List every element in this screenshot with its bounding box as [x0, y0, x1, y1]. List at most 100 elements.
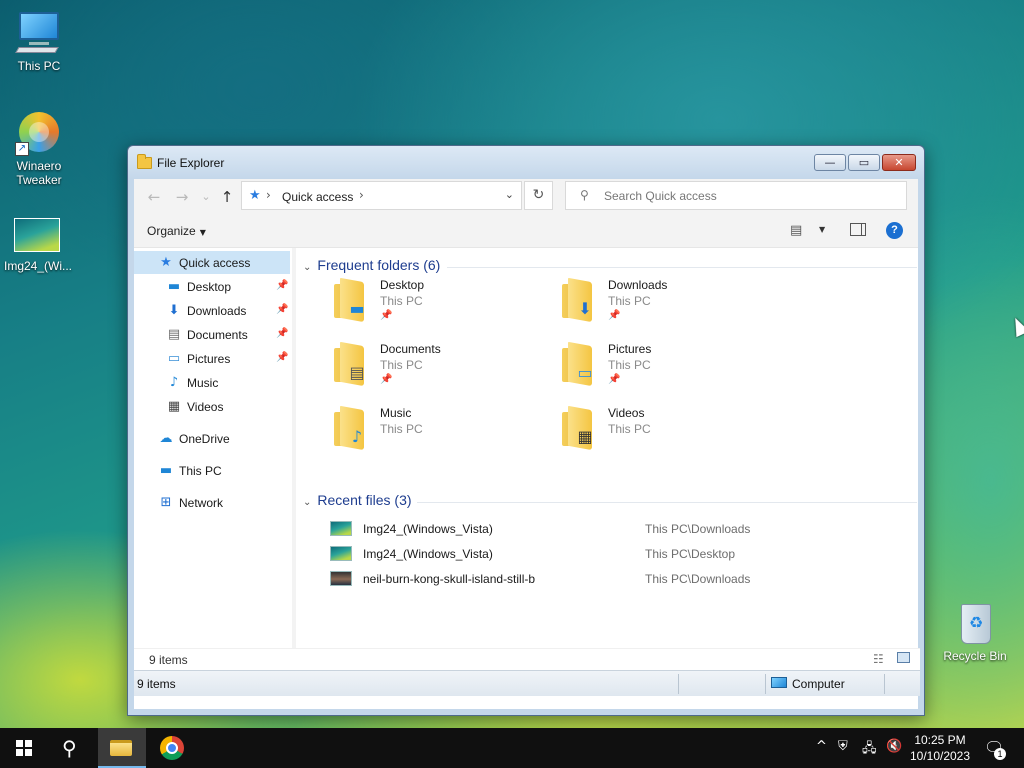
show-hidden-icons-chevron-icon[interactable]: ^	[816, 739, 827, 754]
sidebar-item-label: Documents	[187, 328, 248, 342]
frequent-folder-tile[interactable]: ⬇ Downloads This PC 📌	[558, 276, 778, 332]
sidebar-item-quick-access[interactable]: ★ Quick access	[134, 251, 290, 274]
desktop-icon-img24[interactable]: Img24_(Wi...	[0, 210, 76, 273]
recent-files-header[interactable]: ⌄ Recent files (3)	[303, 492, 412, 508]
help-button[interactable]: ?	[886, 222, 903, 239]
frequent-folder-tile[interactable]: ▭ Pictures This PC 📌	[558, 340, 778, 396]
pictures-folder-icon: ▭	[558, 341, 598, 387]
minimize-icon: —	[824, 156, 836, 169]
sidebar-item-label: This PC	[179, 464, 222, 478]
security-icon[interactable]: ⛨	[838, 739, 848, 754]
refresh-button[interactable]: ↻	[524, 181, 553, 210]
address-dropdown-icon[interactable]: ⌄	[505, 188, 514, 201]
pin-icon: 📌	[276, 352, 289, 363]
sidebar-item-desktop[interactable]: ▬ Desktop 📌	[134, 275, 290, 298]
file-name: neil-burn-kong-skull-island-still-b	[363, 572, 536, 586]
organize-label: Organize	[147, 224, 196, 238]
videos-icon: ▦	[167, 399, 181, 414]
winaero-tweaker-icon: ↗	[15, 110, 63, 156]
view-options-chevron-icon[interactable]: ▼	[819, 225, 825, 234]
file-name: Img24_(Windows_Vista)	[363, 522, 493, 536]
desktop-icon-label: This PC	[17, 59, 61, 73]
frequent-folder-tile[interactable]: ▬ Desktop This PC 📌	[330, 276, 550, 332]
start-button[interactable]	[0, 728, 48, 768]
sidebar-item-label: OneDrive	[179, 432, 230, 446]
sidebar-item-onedrive[interactable]: ☁ OneDrive	[134, 427, 290, 450]
up-button[interactable]: ↑	[217, 187, 237, 207]
status-zone: Computer	[792, 677, 845, 691]
folder-location: This PC	[380, 294, 423, 308]
windows-logo-icon	[16, 740, 32, 756]
recent-file-row[interactable]: Img24_(Windows_Vista) This PC\Desktop	[330, 543, 890, 565]
image-thumbnail-icon	[330, 571, 352, 586]
forward-button[interactable]: →	[172, 187, 192, 207]
minimize-button[interactable]: —	[814, 154, 846, 171]
sidebar-item-downloads[interactable]: ⬇ Downloads 📌	[134, 299, 290, 322]
folder-location: This PC	[608, 358, 651, 372]
frequent-folder-tile[interactable]: ▦ Videos This PC	[558, 404, 778, 460]
search-box[interactable]: ⚲	[565, 181, 907, 210]
pane-splitter[interactable]	[292, 248, 296, 648]
this-pc-icon: ▬	[159, 463, 173, 478]
sidebar-item-documents[interactable]: ▤ Documents 📌	[134, 323, 290, 346]
network-icon[interactable]: 🖧	[862, 739, 877, 761]
sidebar-item-videos[interactable]: ▦ Videos	[134, 395, 290, 418]
desktop-icon-recycle-bin[interactable]: ♻ Recycle Bin	[937, 600, 1013, 663]
sidebar-item-network[interactable]: ⊞ Network	[134, 491, 290, 514]
change-view-icon[interactable]: ▤	[790, 223, 802, 238]
organize-button[interactable]: Organize ▼	[147, 224, 206, 238]
folder-location: This PC	[608, 294, 651, 308]
section-title: Frequent folders (6)	[317, 257, 441, 273]
status-divider	[765, 674, 766, 694]
search-input[interactable]	[604, 187, 894, 205]
sidebar-item-music[interactable]: ♪ Music	[134, 371, 290, 394]
recent-file-row[interactable]: neil-burn-kong-skull-island-still-b This …	[330, 568, 890, 590]
breadcrumb-quick-access[interactable]: Quick access	[282, 190, 353, 204]
large-icons-view-icon[interactable]	[897, 652, 910, 663]
breadcrumb-separator: ›	[266, 188, 271, 202]
address-bar[interactable]: ★ › Quick access › ⌄	[241, 181, 522, 210]
status-divider	[678, 674, 679, 694]
sidebar-item-label: Network	[179, 496, 224, 510]
frequent-folder-tile[interactable]: ▤ Documents This PC 📌	[330, 340, 550, 396]
desktop-icon-winaero-tweaker[interactable]: ↗ Winaero Tweaker	[1, 110, 77, 187]
frequent-folder-tile[interactable]: ♪ Music This PC	[330, 404, 550, 460]
folder-badge-icon: ▬	[349, 299, 365, 318]
sidebar-item-pictures[interactable]: ▭ Pictures 📌	[134, 347, 290, 370]
recent-locations-button[interactable]: ⌄	[196, 187, 216, 207]
taskbar-file-explorer[interactable]	[98, 728, 146, 768]
frequent-folders-header[interactable]: ⌄ Frequent folders (6)	[303, 257, 440, 273]
desktop-icon: ▬	[167, 279, 181, 294]
sidebar-item-this-pc[interactable]: ▬ This PC	[134, 459, 290, 482]
clock-date: 10/10/2023	[909, 749, 971, 763]
computer-icon	[771, 677, 787, 688]
taskbar-search-button[interactable]: ⚲	[48, 728, 96, 768]
pin-icon: 📌	[380, 310, 393, 321]
sidebar-item-label: Desktop	[187, 280, 232, 294]
preview-pane-icon[interactable]	[850, 223, 866, 236]
details-view-icon[interactable]: ☷	[873, 652, 884, 666]
explorer-client-area: ← → ⌄ ↑ ★ › Quick access › ⌄ ↻ ⚲ Organiz…	[134, 179, 920, 709]
taskbar-clock[interactable]: 10:25 PM 10/10/2023	[900, 732, 980, 764]
downloads-folder-icon: ⬇	[558, 277, 598, 323]
recent-file-row[interactable]: Img24_(Windows_Vista) This PC\Downloads	[330, 518, 890, 540]
maximize-button[interactable]: ▭	[848, 154, 880, 171]
back-button[interactable]: ←	[144, 187, 164, 207]
item-count: 9 items	[149, 653, 188, 667]
image-file-icon	[14, 210, 62, 256]
network-icon: ⊞	[160, 495, 172, 510]
chrome-icon	[160, 736, 184, 760]
breadcrumb-separator[interactable]: ›	[359, 188, 364, 202]
sidebar-item-label: Videos	[187, 400, 224, 414]
desktop-icon-this-pc[interactable]: This PC	[1, 10, 77, 73]
folder-name: Documents	[380, 342, 441, 356]
taskbar-chrome[interactable]	[148, 728, 196, 768]
close-button[interactable]: ✕	[882, 154, 916, 171]
chevron-down-icon: ▼	[199, 228, 206, 237]
title-bar[interactable]: File Explorer — ▭ ✕	[128, 146, 924, 179]
music-icon: ♪	[169, 375, 179, 390]
content-pane: ⌄ Frequent folders (6) ▬ Desktop This PC 📌 ⬇ D…	[297, 248, 918, 648]
computer-icon	[15, 10, 63, 56]
folder-name: Downloads	[608, 278, 668, 292]
folder-badge-icon: ▤	[349, 363, 365, 382]
